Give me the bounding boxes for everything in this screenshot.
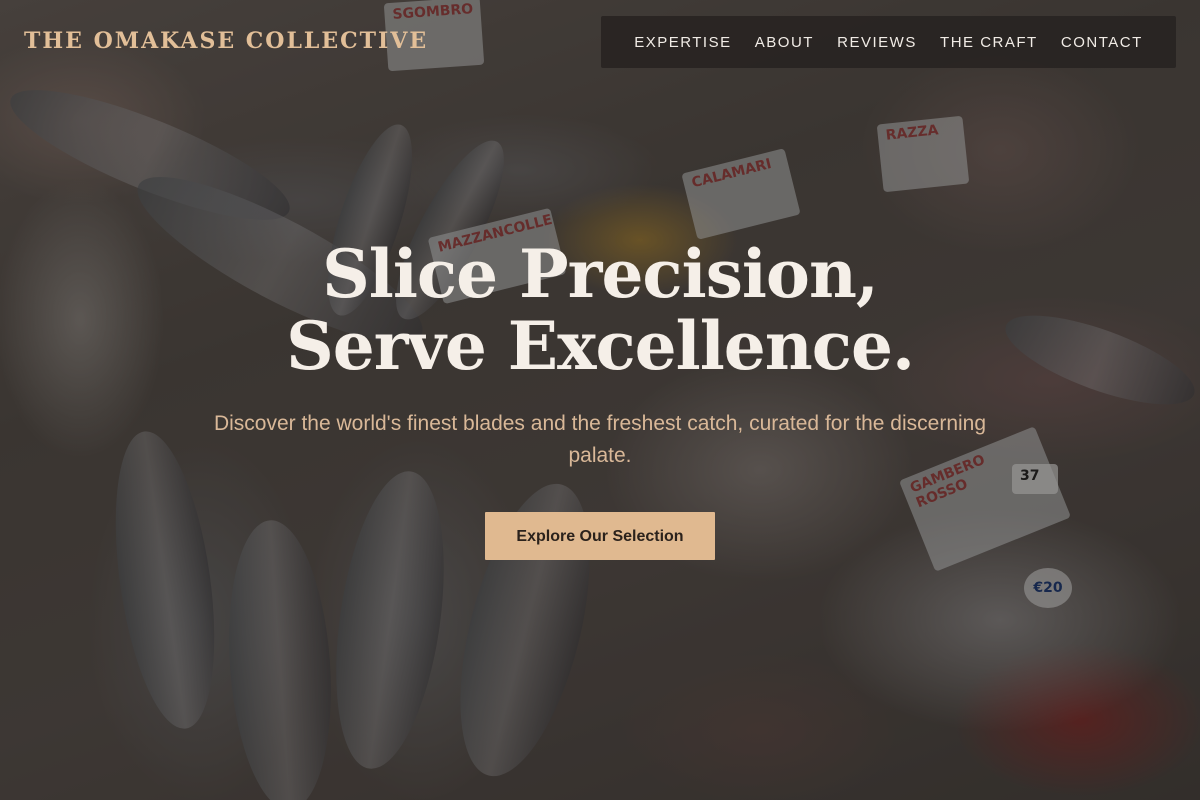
explore-selection-button[interactable]: Explore Our Selection xyxy=(485,512,715,560)
nav-link-contact[interactable]: CONTACT xyxy=(1061,34,1143,51)
hero-content: Slice Precision, Serve Excellence. Disco… xyxy=(0,238,1200,560)
nav-link-expertise[interactable]: EXPERTISE xyxy=(634,34,731,51)
brand-logo[interactable]: THE OMAKASE COLLECTIVE xyxy=(24,28,428,54)
hero-subheadline: Discover the world's finest blades and t… xyxy=(213,412,987,467)
hero-headline: Slice Precision, Serve Excellence. xyxy=(286,235,915,385)
hero-section: SGOMBRO CALAMARI MAZZANCOLLE GAMBERO ROS… xyxy=(0,0,1200,800)
nav-link-reviews[interactable]: REVIEWS xyxy=(837,34,917,51)
nav-link-about[interactable]: ABOUT xyxy=(755,34,814,51)
nav-link-the-craft[interactable]: THE CRAFT xyxy=(940,34,1038,51)
main-navigation: EXPERTISE ABOUT REVIEWS THE CRAFT CONTAC… xyxy=(601,16,1176,68)
